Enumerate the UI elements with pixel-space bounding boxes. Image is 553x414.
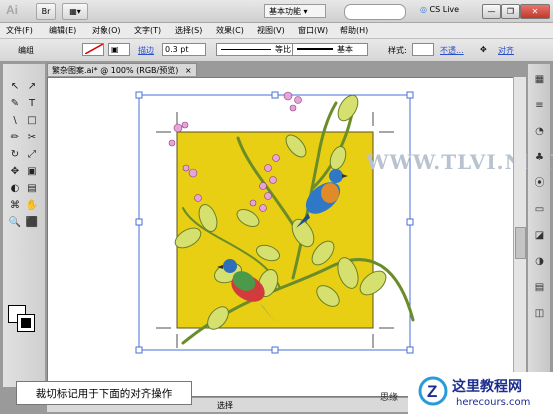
brush-label: 基本 — [337, 45, 353, 54]
tool-0[interactable]: ↖ — [8, 80, 22, 94]
panel-dock: ▦ ≡ ◔ ♣ ⦿ ▭ ◪ ◑ ▤ ◫ — [527, 63, 551, 388]
dock-panel-icon-7[interactable]: ◑ — [533, 256, 546, 268]
stroke-swatch[interactable]: ▣ — [108, 43, 130, 56]
menu-view[interactable]: 视图(V) — [257, 25, 285, 36]
tutorial-caption: 裁切标记用于下面的对齐操作 — [16, 381, 192, 405]
brush-definition[interactable]: 基本 — [292, 43, 368, 56]
status-partial-text: 思缘 — [380, 393, 399, 403]
tool-11[interactable]: ▣ — [25, 165, 39, 179]
brush-line — [297, 48, 333, 50]
menu-select[interactable]: 选择(S) — [175, 25, 202, 36]
opacity-link[interactable]: 不透... — [440, 45, 464, 56]
search-field[interactable] — [344, 4, 406, 20]
status-selection[interactable]: 选择 — [217, 400, 233, 411]
fill-swatch[interactable] — [82, 43, 104, 56]
align-link[interactable]: 对齐 — [498, 45, 514, 56]
document-tab-title: 繁杂图案.ai* @ 100% (RGB/预览) — [52, 66, 179, 75]
tool-7[interactable]: ✂ — [25, 131, 39, 145]
artwork — [135, 91, 415, 354]
cs-live-button[interactable]: ◎ CS Live — [420, 5, 459, 14]
menu-edit[interactable]: 编辑(E) — [49, 25, 76, 36]
tool-16[interactable]: 🔍 — [8, 216, 22, 230]
close-button[interactable]: ✕ — [520, 4, 550, 19]
tool-3[interactable]: T — [25, 97, 39, 111]
menu-effect[interactable]: 效果(C) — [216, 25, 244, 36]
tool-1[interactable]: ↗ — [25, 80, 39, 94]
cs-live-label: CS Live — [429, 5, 460, 14]
dock-panel-icon-4[interactable]: ⦿ — [533, 178, 546, 190]
stroke-icon: ▣ — [111, 45, 119, 54]
minimize-button[interactable]: — — [482, 4, 501, 19]
brand-url: herecours.com — [456, 397, 531, 408]
dock-panel-icon-1[interactable]: ≡ — [533, 100, 546, 112]
style-label: 样式: — [388, 46, 407, 55]
selection-mode-label: 编组 — [18, 46, 34, 55]
tool-13[interactable]: ▤ — [25, 182, 39, 196]
tool-17[interactable]: ⬛ — [25, 216, 39, 230]
tool-15[interactable]: ✋ — [25, 199, 39, 213]
dock-panel-icon-9[interactable]: ◫ — [533, 308, 546, 320]
close-tab-icon[interactable]: × — [185, 66, 192, 75]
menu-bar: 文件(F) 编辑(E) 对象(O) 文字(T) 选择(S) 效果(C) 视图(V… — [0, 23, 553, 39]
menu-file[interactable]: 文件(F) — [6, 25, 33, 36]
tool-4[interactable]: \ — [8, 114, 22, 128]
profile-line — [221, 49, 271, 50]
arrange-documents-button[interactable]: ▦▾ — [62, 3, 88, 20]
workspace-label: 基本功能 — [269, 7, 301, 16]
menu-help[interactable]: 帮助(H) — [340, 25, 368, 36]
style-swatch[interactable] — [412, 43, 434, 56]
workspace-switcher[interactable]: 基本功能 ▾ — [264, 4, 326, 18]
svg-text:Z: Z — [427, 382, 437, 401]
document-tab[interactable]: 繁杂图案.ai* @ 100% (RGB/预览) × — [47, 63, 197, 76]
no-fill-icon — [84, 43, 104, 55]
brand-z-icon: Z — [418, 376, 448, 406]
title-bar: Ai Br ▦▾ 基本功能 ▾ ◎ CS Live — ❐ ✕ — [0, 0, 553, 23]
dock-panel-icon-3[interactable]: ♣ — [533, 152, 546, 164]
tool-6[interactable]: ✏ — [8, 131, 22, 145]
cs-live-icon: ◎ — [420, 5, 427, 14]
profile-label: 等比 — [275, 45, 291, 54]
menu-type[interactable]: 文字(T) — [134, 25, 161, 36]
brand-logo: Z 这里教程网 herecours.com — [408, 372, 553, 414]
tool-10[interactable]: ✥ — [8, 165, 22, 179]
dock-panel-icon-0[interactable]: ▦ — [533, 74, 546, 86]
tool-9[interactable]: ⤢ — [25, 148, 39, 162]
vertical-scrollbar[interactable] — [513, 77, 526, 389]
dock-panel-icon-2[interactable]: ◔ — [533, 126, 546, 138]
tool-5[interactable]: □ — [25, 114, 39, 128]
fill-stroke-swatch[interactable] — [8, 305, 36, 333]
tool-12[interactable]: ◐ — [8, 182, 22, 196]
tool-14[interactable]: ⌘ — [8, 199, 22, 213]
brand-name: 这里教程网 — [452, 379, 522, 395]
dock-panel-icon-6[interactable]: ◪ — [533, 230, 546, 242]
dock-panel-icon-8[interactable]: ▤ — [533, 282, 546, 294]
maximize-button[interactable]: ❐ — [501, 4, 520, 19]
stroke-weight-field[interactable]: 0.3 pt — [162, 43, 206, 56]
scroll-thumb[interactable] — [515, 227, 526, 259]
tool-2[interactable]: ✎ — [8, 97, 22, 111]
menu-window[interactable]: 窗口(W) — [298, 25, 328, 36]
app-logo: Ai — [6, 3, 18, 17]
menu-object[interactable]: 对象(O) — [92, 25, 121, 36]
tool-8[interactable]: ↻ — [8, 148, 22, 162]
stroke-link[interactable]: 描边 — [138, 45, 154, 56]
artboard-canvas[interactable]: WWW.TLVI.NET — [47, 77, 553, 397]
dock-panel-icon-5[interactable]: ▭ — [533, 204, 546, 216]
bridge-button[interactable]: Br — [36, 3, 56, 20]
control-bar: 编组 ▣ 描边 0.3 pt 等比 基本 样式: 不透... ✥ 对齐 — [0, 39, 553, 62]
recolor-icon[interactable]: ✥ — [480, 45, 487, 54]
